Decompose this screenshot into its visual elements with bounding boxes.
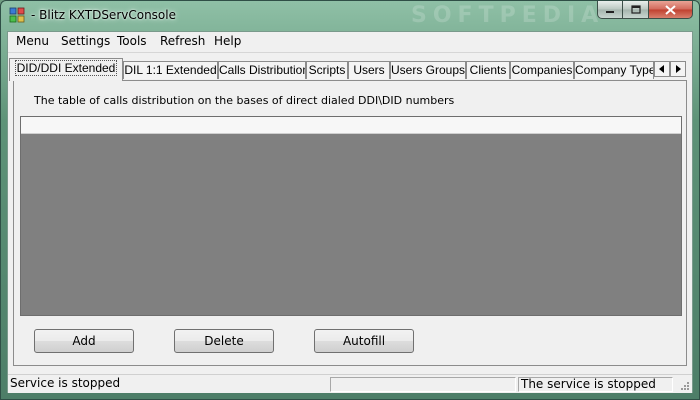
tab-label: DIL 1:1 Extended xyxy=(124,63,217,77)
client-area: Menu Settings Tools Refresh Help DID/DDI… xyxy=(7,31,693,393)
tab-clients[interactable]: Clients xyxy=(466,61,510,79)
tab-label: Users Groups xyxy=(391,63,466,77)
tab-dil-extended[interactable]: DIL 1:1 Extended xyxy=(123,61,218,79)
tab-users[interactable]: Users xyxy=(348,61,390,79)
title-bar[interactable]: - Blitz KXTDServConsole SOFTPEDIA xyxy=(1,1,699,31)
scroll-right-icon xyxy=(676,65,681,73)
tab-company-type[interactable]: Company Type xyxy=(574,61,654,79)
autofill-button[interactable]: Autofill xyxy=(314,329,414,353)
tab-label: Users xyxy=(353,63,385,77)
tab-scroll-right-button[interactable] xyxy=(670,61,686,77)
tab-label: Calls Distribution xyxy=(219,63,306,77)
maximize-button[interactable] xyxy=(623,1,649,19)
tab-scroll-left-button[interactable] xyxy=(654,61,670,77)
menu-item-menu[interactable]: Menu xyxy=(16,34,49,48)
app-window: - Blitz KXTDServConsole SOFTPEDIA Menu S… xyxy=(0,0,700,400)
close-button[interactable] xyxy=(649,1,693,19)
menu-item-tools[interactable]: Tools xyxy=(117,34,147,48)
tab-users-groups[interactable]: Users Groups xyxy=(390,61,466,79)
tab-label: Clients xyxy=(469,63,507,77)
tab-did-ddi-extended[interactable]: DID/DDI Extended xyxy=(9,58,123,81)
scroll-left-icon xyxy=(659,65,664,73)
menu-item-help[interactable]: Help xyxy=(214,34,241,48)
menu-item-settings[interactable]: Settings xyxy=(61,34,110,48)
tab-calls-distribution[interactable]: Calls Distribution xyxy=(218,61,306,79)
menu-bar: Menu Settings Tools Refresh Help xyxy=(8,32,692,53)
caption-buttons xyxy=(597,1,693,20)
panel-description: The table of calls distribution on the b… xyxy=(34,94,455,107)
menu-item-refresh[interactable]: Refresh xyxy=(160,34,205,48)
minimize-icon xyxy=(606,10,614,13)
watermark: SOFTPEDIA xyxy=(411,3,605,28)
tab-label: Companies xyxy=(511,63,573,77)
tab-panel-did-ddi: The table of calls distribution on the b… xyxy=(13,80,687,366)
status-middle xyxy=(330,377,516,392)
status-bar: Service is stopped The service is stoppe… xyxy=(8,374,692,393)
maximize-icon xyxy=(630,5,641,14)
calls-distribution-table[interactable] xyxy=(20,116,682,316)
status-left: Service is stopped xyxy=(10,376,121,390)
delete-button[interactable]: Delete xyxy=(174,329,274,353)
tab-label: Scripts xyxy=(308,63,346,77)
tab-companies[interactable]: Companies xyxy=(510,61,574,79)
add-button[interactable]: Add xyxy=(34,329,134,353)
size-grip-icon[interactable] xyxy=(680,381,690,391)
close-icon xyxy=(665,4,676,15)
tab-strip: DID/DDI Extended DIL 1:1 Extended Calls … xyxy=(8,58,692,81)
status-right: The service is stopped xyxy=(518,377,673,392)
window-title: - Blitz KXTDServConsole xyxy=(31,8,176,22)
tab-label: Company Type xyxy=(575,63,654,77)
minimize-button[interactable] xyxy=(597,1,623,19)
table-header xyxy=(21,117,681,134)
tab-label: DID/DDI Extended xyxy=(14,60,118,76)
app-icon xyxy=(9,7,25,23)
tab-scripts[interactable]: Scripts xyxy=(306,61,348,79)
